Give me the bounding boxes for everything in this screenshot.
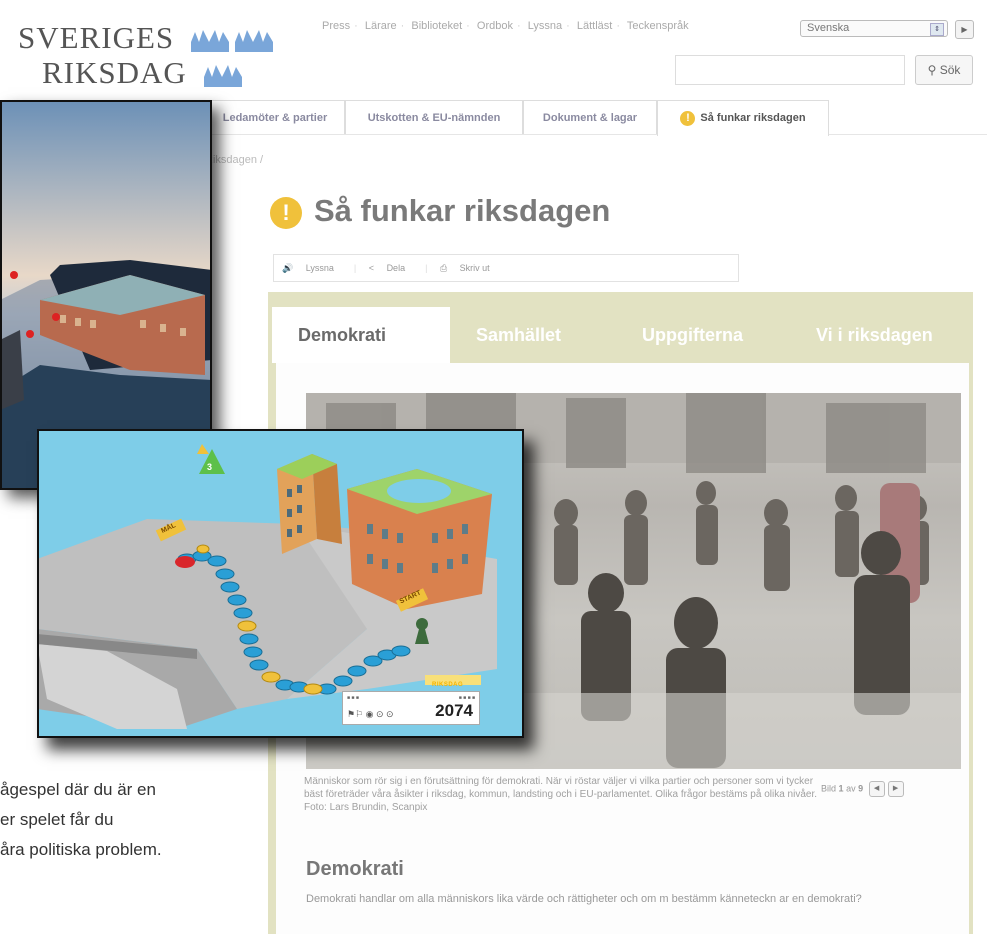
tab-samhallet[interactable]: Samhället: [450, 307, 616, 363]
tab-dokument[interactable]: Dokument & lagar: [523, 100, 657, 134]
game-brand: RIKSDAG: [432, 682, 464, 688]
print-button[interactable]: ⎙ Skriv ut: [440, 263, 500, 273]
photo-credit: Foto: Lars Brundin, Scanpix: [304, 802, 428, 813]
tab-ledamoter[interactable]: Ledamöter & partier: [205, 100, 345, 134]
crown-icon: [190, 29, 273, 52]
main-nav: Ledamöter & partier Utskotten & EU-nämnd…: [205, 100, 987, 136]
tab-demokrati[interactable]: Demokrati: [272, 307, 450, 363]
tab-utskotten[interactable]: Utskotten & EU-nämnden: [345, 100, 523, 134]
top-link-lattlast[interactable]: Lättläst: [577, 20, 612, 32]
logo-text-line2: RIKSDAG: [42, 55, 187, 90]
breadcrumb[interactable]: Riksdagen /: [205, 154, 263, 166]
top-links: Press · Lärare · Biblioteket · Ordbok · Lyss…: [322, 20, 689, 32]
tab-sa-funkar-riksdagen[interactable]: ! Så funkar riksdagen: [657, 100, 829, 136]
search-button[interactable]: ⚲ Sök: [915, 55, 973, 85]
share-icon: <: [368, 263, 375, 273]
next-image-button[interactable]: ▶: [887, 781, 904, 797]
top-link-larare[interactable]: Lärare: [365, 20, 397, 32]
language-select[interactable]: Svenska ⇕: [800, 20, 948, 37]
listen-icon: 🔊: [282, 263, 294, 273]
language-select-value: Svenska: [807, 22, 850, 34]
search-input[interactable]: [675, 55, 905, 85]
game-screenshot-board[interactable]: 3 MÅL START RIKSDAG ■ ■ ■ ■ ■ ■ ■ ⚑⚐ ◉ ⊙ …: [37, 429, 524, 738]
top-link-lyssna[interactable]: Lyssna: [528, 20, 562, 32]
game-description: ågespel där du är en er spelet får du år…: [0, 780, 162, 859]
question-icon: !: [270, 196, 302, 229]
image-pager: Bild 1 av 9 ◀ ▶: [821, 781, 904, 797]
photo-caption: Människor som rör sig i en förutsättning…: [304, 775, 824, 814]
top-link-press[interactable]: Press: [322, 20, 350, 32]
logo-text-line1: SVERIGES: [18, 20, 175, 55]
dice-value: 3: [207, 462, 213, 472]
select-arrows-icon: ⇕: [930, 23, 944, 36]
top-link-teckensprak[interactable]: Teckenspråk: [627, 20, 689, 32]
play-icon[interactable]: ▶: [955, 20, 974, 39]
search-button-label: Sök: [939, 63, 961, 77]
tab-vi-i-riksdagen[interactable]: Vi i riksdagen: [790, 307, 973, 363]
score-value: 2074: [435, 701, 473, 720]
listen-button[interactable]: 🔊 Lyssna: [282, 263, 344, 273]
page-title: ! Så funkar riksdagen: [270, 193, 610, 229]
share-button[interactable]: < Dela: [369, 263, 415, 273]
score-icons: ⚑⚐ ◉ ⊙ ⊙: [347, 709, 394, 719]
top-link-ordbok[interactable]: Ordbok: [477, 20, 513, 32]
crown-icon: [203, 64, 242, 87]
prev-image-button[interactable]: ◀: [868, 781, 885, 797]
content-tabs: Demokrati Samhället Uppgifterna Vi i rik…: [272, 307, 973, 363]
tab-uppgifterna[interactable]: Uppgifterna: [616, 307, 790, 363]
print-icon: ⎙: [439, 263, 448, 273]
search-icon: ⚲: [927, 63, 937, 77]
section-heading: Demokrati: [306, 858, 404, 880]
score-panel: ■ ■ ■ ■ ■ ■ ■ ⚑⚐ ◉ ⊙ ⊙ 2074: [342, 691, 480, 725]
page-toolbar: 🔊 Lyssna | < Dela | ⎙ Skriv ut: [273, 254, 739, 282]
top-link-biblioteket[interactable]: Biblioteket: [411, 20, 462, 32]
section-text: Demokrati handlar om alla människors lik…: [306, 893, 862, 905]
question-icon: !: [680, 110, 696, 126]
